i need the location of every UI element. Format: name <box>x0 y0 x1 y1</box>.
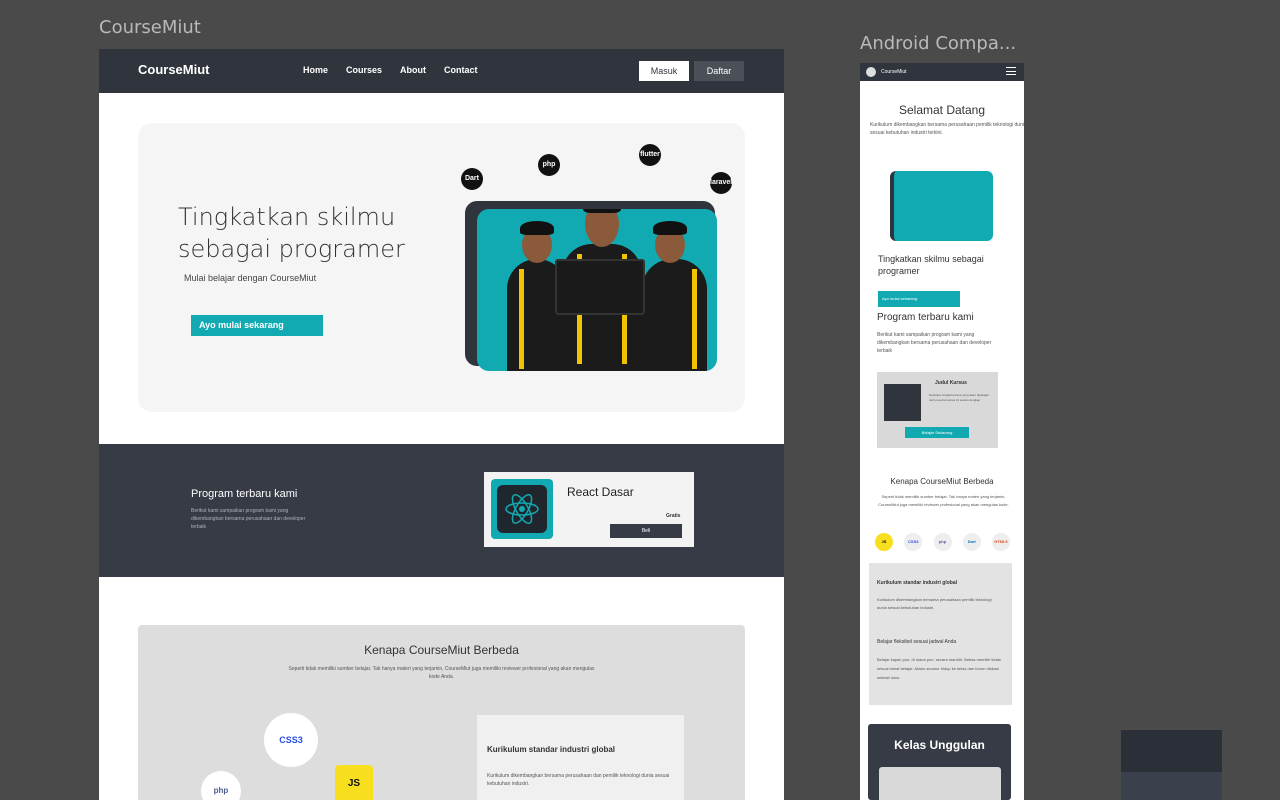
buy-button[interactable]: Beli <box>610 524 682 538</box>
uniform-stripe <box>692 269 697 369</box>
mobile-why-description: Seperti tidak memiliki sumber belajar. T… <box>878 494 1009 507</box>
react-icon <box>497 485 547 533</box>
mobile-feature-card: Kurikulum standar industri global Kuriku… <box>869 563 1012 705</box>
mobile-course-card[interactable]: Judul Kursus Deskripsi singkat kursus ya… <box>877 372 998 448</box>
mobile-featured-classes: Kelas Unggulan <box>868 724 1011 800</box>
nav-link-about[interactable]: About <box>400 65 426 75</box>
feature-card-description: Kurikulum dikembangkan bersama perusahaa… <box>487 773 670 787</box>
mobile-cta-button[interactable]: Ayo mulai sekarang <box>878 291 960 307</box>
brand-logo[interactable]: CourseMiut <box>138 62 210 77</box>
uniform-stripe <box>519 269 524 369</box>
course-card[interactable]: React Dasar Gratis Beli <box>484 472 694 547</box>
mobile-course-description: Deskripsi singkat kursus yang akan dipel… <box>929 393 989 402</box>
hero-photo <box>477 209 717 371</box>
student-center-head <box>585 209 619 247</box>
php-icon: php <box>538 154 560 176</box>
mobile-course-title: Judul Kursus <box>935 380 967 386</box>
nav-link-home[interactable]: Home <box>303 65 328 75</box>
css3-icon: CSS3 <box>264 713 318 767</box>
feature-card: Kurikulum standar industri global Kuriku… <box>477 715 684 800</box>
course-card-price: Gratis <box>666 513 681 519</box>
hero-cta-button[interactable]: Ayo mulai sekarang <box>191 315 323 336</box>
desktop-frame-label[interactable]: CourseMiut <box>99 17 201 38</box>
feature-card-title: Kurikulum standar industri global <box>487 745 616 754</box>
nav-link-contact[interactable]: Contact <box>444 65 478 75</box>
login-button[interactable]: Masuk <box>639 61 689 81</box>
hero-subtitle: Mulai belajar dengan CourseMiut <box>184 273 317 283</box>
why-section: Kenapa CourseMiut Berbeda Seperti tidak … <box>138 625 745 800</box>
mobile-featured-class-card[interactable] <box>879 767 1001 800</box>
mobile-frame-label[interactable]: Android Compa... <box>860 33 1016 54</box>
nav-link-courses[interactable]: Courses <box>346 65 382 75</box>
mobile-feature2-title: Belajar fleksibel sesuai jadwal Anda <box>877 639 957 645</box>
mobile-frame[interactable]: CourseMiut Selamat Datang Kurikulum dike… <box>860 63 1024 800</box>
mobile-hero-title: Tingkatkan skilmu sebagai programer <box>878 254 984 276</box>
flutter-icon: flutter <box>639 144 661 166</box>
program-title: Program terbaru kami <box>191 488 298 500</box>
mobile-program-description: Berikut kami sampaikan program kami yang… <box>877 332 992 354</box>
hero-title: Tingkatkan skilmu sebagai programer <box>178 203 405 263</box>
hamburger-menu-icon[interactable] <box>1006 67 1016 75</box>
mobile-learn-now-button[interactable]: Belajar Sekarang <box>905 427 969 438</box>
mobile-logo-icon <box>866 67 876 77</box>
canvas-frame-partial-lower <box>1121 772 1222 800</box>
student-right <box>642 259 707 371</box>
laptop <box>555 259 645 315</box>
mobile-course-thumbnail <box>884 384 921 421</box>
javascript-icon: JS <box>335 765 373 800</box>
mobile-feature1-description: Kurikulum dikembangkan bersama perusahaa… <box>877 597 992 610</box>
mobile-feature2-description: Belajar kapan pun, di mana pun, secara m… <box>877 657 1001 680</box>
css3-icon: CSS3 <box>904 533 923 551</box>
register-button[interactable]: Daftar <box>694 61 744 81</box>
dart-icon: Dart <box>461 168 483 190</box>
mobile-feature1-title: Kurikulum standar industri global <box>877 580 958 586</box>
html5-icon: HTML5 <box>992 533 1010 551</box>
php-icon: php <box>933 533 952 551</box>
program-description: Berikut kami sampaikan program kami yang… <box>191 508 306 530</box>
mobile-featured-classes-title: Kelas Unggulan <box>894 738 985 752</box>
mobile-hero-photo <box>890 171 993 241</box>
mobile-welcome-title: Selamat Datang <box>898 103 986 117</box>
php-logo-icon: php <box>201 771 241 800</box>
mobile-welcome-description: Kurikulum dikembangkan bersama perusahaa… <box>870 122 1024 136</box>
program-section: Program terbaru kami Berikut kami sampai… <box>99 444 784 577</box>
laravel-icon: laravel <box>710 172 732 194</box>
desktop-frame[interactable]: CourseMiut Home Courses About Contact Ma… <box>99 49 784 800</box>
mobile-brand[interactable]: CourseMiut <box>881 69 907 75</box>
javascript-icon: JS <box>875 533 893 551</box>
dart-icon: Dart <box>962 533 981 551</box>
mobile-program-title: Program terbaru kami <box>877 312 974 323</box>
nav-links: Home Courses About Contact <box>303 65 496 75</box>
mobile-tech-icons: JS CSS3 php Dart HTML5 <box>875 533 1010 551</box>
navbar: CourseMiut Home Courses About Contact Ma… <box>99 49 784 93</box>
mobile-why-title: Kenapa CourseMiut Berbeda <box>890 477 994 486</box>
why-description: Seperti tidak memiliki sumber belajar. T… <box>288 666 595 680</box>
course-card-title: React Dasar <box>567 485 634 499</box>
hero-section: Tingkatkan skilmu sebagai programer Mula… <box>138 123 745 412</box>
student-center-hair <box>583 209 621 213</box>
react-course-thumbnail <box>491 479 553 539</box>
student-left-hair <box>520 221 554 235</box>
student-right-hair <box>653 221 687 235</box>
mobile-navbar: CourseMiut <box>860 63 1024 81</box>
why-title: Kenapa CourseMiut Berbeda <box>364 643 519 657</box>
